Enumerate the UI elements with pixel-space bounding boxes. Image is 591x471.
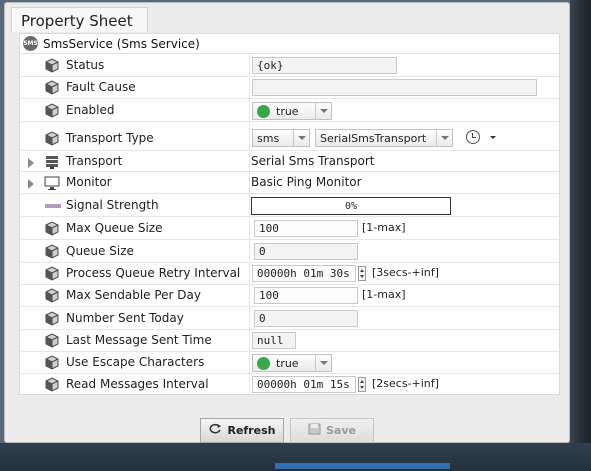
refresh-label: Refresh <box>227 424 276 437</box>
retry-interval-spinner[interactable] <box>358 266 366 281</box>
property-sheet-table: SMS SmsService (Sms Service) Status {ok}… <box>19 33 560 395</box>
status-dot-icon <box>257 104 270 118</box>
row-label: Max Sendable Per Day <box>66 288 201 302</box>
taskbar-highlight <box>275 463 450 469</box>
dropdown-arrow-icon[interactable] <box>436 130 452 146</box>
queue-size-value: 0 <box>254 243 358 260</box>
slot-cube-icon <box>44 244 60 259</box>
row-number-sent-today: Number Sent Today 0 <box>20 308 559 330</box>
sms-service-icon: SMS <box>23 36 38 51</box>
signal-strength-value: 0% <box>344 200 358 212</box>
enabled-dropdown[interactable]: true <box>252 102 332 120</box>
retry-interval-input[interactable]: 00000h 01m 30s <box>252 265 356 282</box>
monitor-value: Basic Ping Monitor <box>251 175 362 189</box>
range-text: [3secs-+inf] <box>372 266 439 279</box>
status-value: {ok} <box>252 57 397 74</box>
transport-class-value: SerialSmsTransport <box>320 131 427 145</box>
dropdown-arrow-icon[interactable] <box>315 355 331 371</box>
row-label: Last Message Sent Time <box>66 333 212 347</box>
status-dot-icon <box>257 356 270 370</box>
range-text: [1-max] <box>362 221 406 234</box>
slot-cube-icon <box>44 355 60 370</box>
row-label: Use Escape Characters <box>66 355 205 369</box>
window-title: Property Sheet <box>11 7 148 32</box>
save-label: Save <box>326 424 356 437</box>
signal-strength-bar: 0% <box>251 197 451 215</box>
row-monitor: Monitor Basic Ping Monitor <box>20 173 559 194</box>
row-queue-size: Queue Size 0 <box>20 241 559 263</box>
row-use-escape-characters: Use Escape Characters true <box>20 352 559 374</box>
slot-cube-icon <box>44 131 60 146</box>
row-label: Queue Size <box>66 244 134 258</box>
history-clock-icon[interactable] <box>466 130 480 144</box>
slot-cube-icon <box>44 311 60 326</box>
slot-cube-icon <box>44 58 60 73</box>
slot-cube-icon <box>44 377 60 392</box>
row-signal-strength: Signal Strength 0% <box>20 195 559 217</box>
row-label: Status <box>66 58 105 72</box>
row-label: Read Messages Interval <box>66 377 209 391</box>
dropdown-arrow-icon[interactable] <box>293 130 309 146</box>
use-escape-characters-dropdown[interactable]: true <box>252 354 332 372</box>
read-messages-interval-input[interactable]: 00000h 01m 15s <box>252 376 356 393</box>
dropdown-arrow-icon[interactable] <box>315 103 331 119</box>
last-message-sent-time-value: null <box>252 332 296 349</box>
slot-cube-icon <box>44 221 60 236</box>
expand-arrow-icon[interactable] <box>28 179 34 189</box>
slot-cube-icon <box>44 80 60 95</box>
row-label: Max Queue Size <box>66 221 163 235</box>
read-interval-spinner[interactable] <box>358 377 366 392</box>
refresh-button[interactable]: Refresh <box>200 418 284 443</box>
range-text: [2secs-+inf] <box>372 377 439 390</box>
row-label: Process Queue Retry Interval <box>66 266 241 280</box>
component-header-row: SMS SmsService (Sms Service) <box>20 34 559 54</box>
component-title: SmsService (Sms Service) <box>43 36 200 51</box>
monitor-icon <box>44 176 60 191</box>
row-label: Number Sent Today <box>66 311 184 325</box>
max-sendable-input[interactable]: 100 <box>254 287 358 304</box>
refresh-icon <box>209 423 223 438</box>
row-last-message-sent-time: Last Message Sent Time null <box>20 330 559 352</box>
row-label: Signal Strength <box>66 198 159 212</box>
use-escape-characters-value: true <box>276 356 299 370</box>
menu-caret-icon[interactable] <box>490 136 496 139</box>
slot-cube-icon <box>44 266 60 281</box>
transport-type-value: sms <box>257 131 280 145</box>
row-transport-type: Transport Type sms SerialSmsTransport <box>20 126 559 151</box>
row-label: Transport Type <box>66 131 154 145</box>
row-max-queue-size: Max Queue Size 100 [1-max] <box>20 218 559 240</box>
serial-port-icon <box>44 155 60 170</box>
row-read-messages-interval: Read Messages Interval 00000h 01m 15s [2… <box>20 374 559 394</box>
max-queue-size-input[interactable]: 100 <box>254 220 358 237</box>
fault-cause-value <box>252 79 537 96</box>
row-label: Enabled <box>66 103 115 117</box>
row-process-queue-retry-interval: Process Queue Retry Interval 00000h 01m … <box>20 263 559 285</box>
row-enabled: Enabled true <box>20 100 559 122</box>
taskbar <box>0 443 591 471</box>
row-fault-cause: Fault Cause <box>20 77 559 99</box>
transport-class-dropdown[interactable]: SerialSmsTransport <box>315 129 453 147</box>
row-status: Status {ok} <box>20 55 559 77</box>
expand-arrow-icon[interactable] <box>28 158 34 168</box>
slot-cube-icon <box>44 103 60 118</box>
transport-type-dropdown[interactable]: sms <box>252 129 310 147</box>
transport-value: Serial Sms Transport <box>251 154 375 168</box>
row-transport: Transport Serial Sms Transport <box>20 152 559 172</box>
row-label: Fault Cause <box>66 80 136 94</box>
slot-cube-icon <box>44 288 60 303</box>
enabled-value: true <box>276 104 299 118</box>
slot-cube-icon <box>44 333 60 348</box>
save-icon <box>308 423 321 438</box>
desktop-background-right <box>570 0 591 471</box>
row-label: Monitor <box>66 175 112 189</box>
save-button[interactable]: Save <box>290 418 374 443</box>
property-sheet-window: Property Sheet SMS SmsService (Sms Servi… <box>4 2 570 443</box>
row-label: Transport <box>66 154 123 168</box>
row-max-sendable-per-day: Max Sendable Per Day 100 [1-max] <box>20 285 559 307</box>
signal-strength-icon <box>45 204 61 208</box>
number-sent-today-value: 0 <box>254 310 358 327</box>
range-text: [1-max] <box>362 288 406 301</box>
